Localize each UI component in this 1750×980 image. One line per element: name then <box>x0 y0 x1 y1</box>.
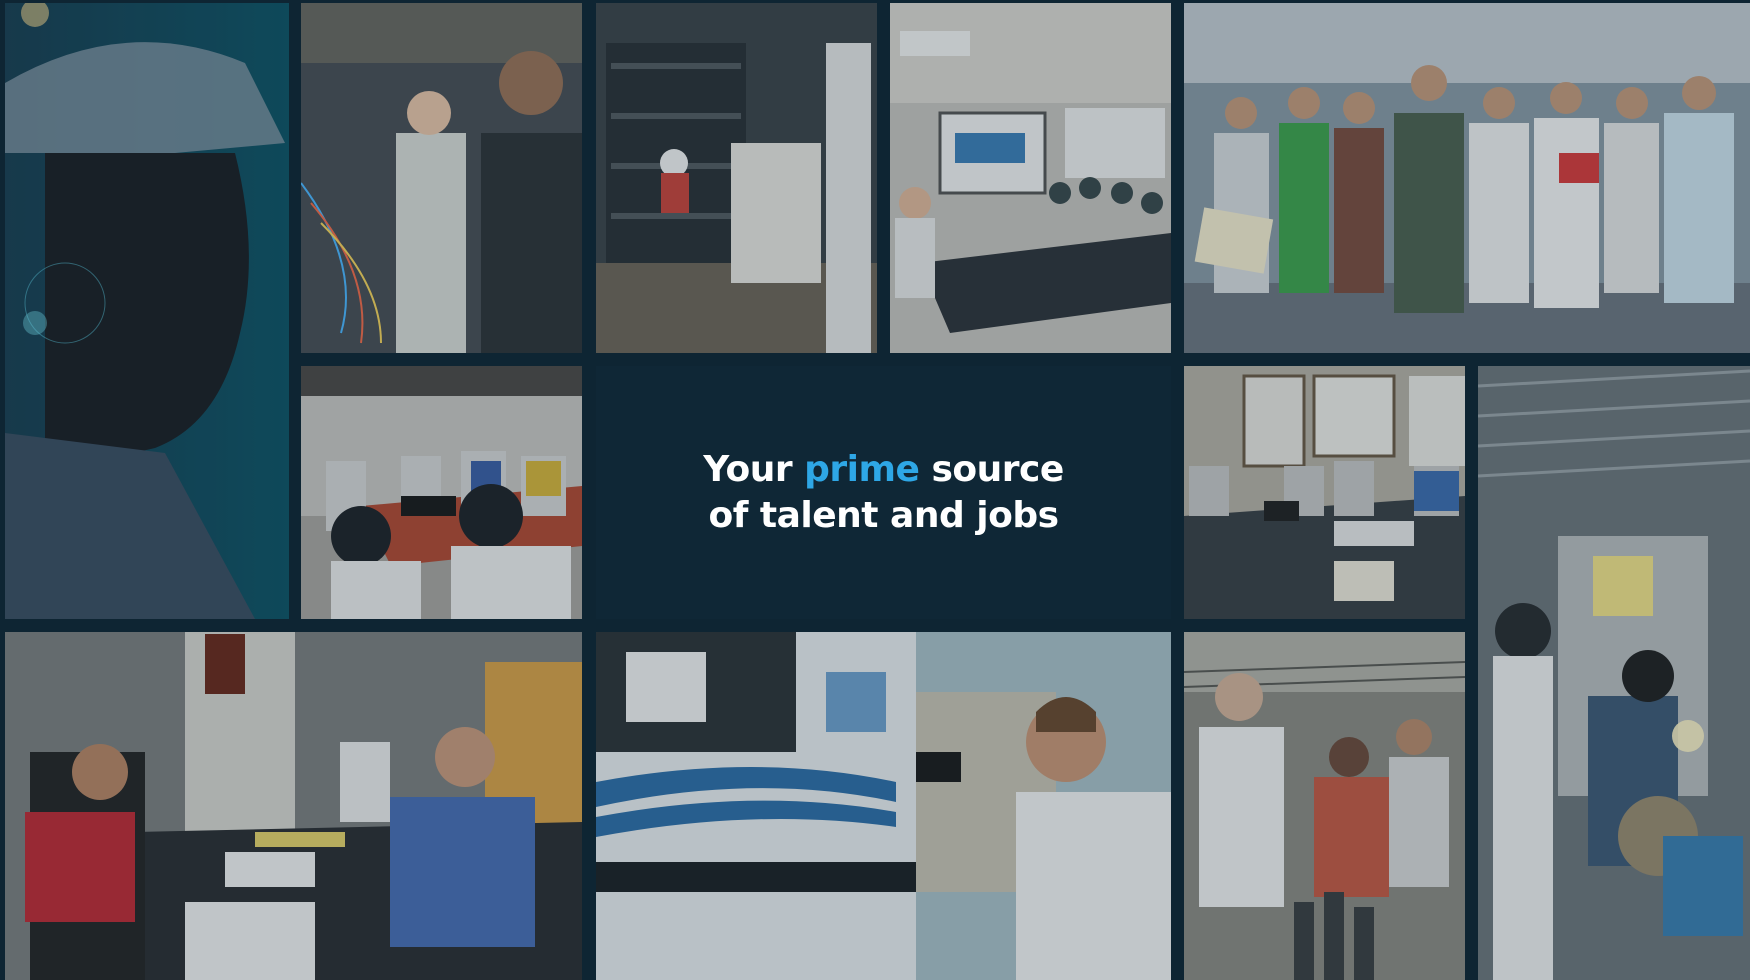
welding-photo <box>1478 366 1750 980</box>
headline-text-after: source <box>919 448 1064 490</box>
group-photo <box>1184 3 1750 353</box>
truck-photo <box>596 632 1171 980</box>
headline: Your prime source of talent and jobs <box>703 447 1064 539</box>
worker-portrait-photo <box>5 3 289 619</box>
warehouse-photo <box>596 3 877 353</box>
headline-accent-word: prime <box>804 448 920 490</box>
headline-text-before: Your <box>703 448 805 490</box>
meeting-room-photo <box>890 3 1171 353</box>
office-interview-photo <box>5 632 582 980</box>
headline-panel: Your prime source of talent and jobs <box>596 366 1171 619</box>
hero-collage: Your prime source of talent and jobs <box>0 0 1750 980</box>
training-room-photo <box>1184 366 1465 619</box>
workshop-photo <box>1184 632 1465 980</box>
headline-line-2: of talent and jobs <box>708 494 1059 536</box>
interview-table-photo <box>301 366 582 619</box>
electrical-wiring-photo <box>301 3 582 353</box>
